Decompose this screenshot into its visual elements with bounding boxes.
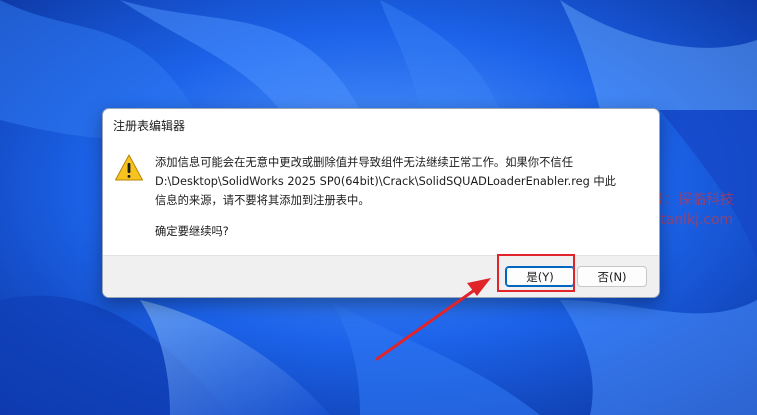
dialog-titlebar[interactable]: 注册表编辑器 (103, 109, 659, 141)
message-line-1: 添加信息可能会在无意中更改或删除值并导致组件无法继续正常工作。如果你不信任 (155, 156, 573, 169)
yes-button[interactable]: 是(Y) (505, 266, 575, 287)
dialog-content: 添加信息可能会在无意中更改或删除值并导致组件无法继续正常工作。如果你不信任 D:… (103, 141, 659, 253)
dialog-footer: 是(Y) 否(N) (103, 255, 659, 297)
message-line-3: 信息的来源，请不要将其添加到注册表中。 (155, 194, 370, 207)
no-button[interactable]: 否(N) (577, 266, 647, 287)
registry-editor-dialog: 注册表编辑器 添加信息可能会在无意中更改或删除值并导致组件无法继续正常工作。如果… (102, 108, 660, 298)
warning-icon (115, 154, 143, 181)
dialog-message: 添加信息可能会在无意中更改或删除值并导致组件无法继续正常工作。如果你不信任 D:… (155, 153, 655, 210)
confirm-question: 确定要继续吗? (155, 225, 229, 238)
dialog-title: 注册表编辑器 (113, 119, 186, 133)
message-line-2: D:\Desktop\SolidWorks 2025 SP0(64bit)\Cr… (155, 175, 616, 188)
